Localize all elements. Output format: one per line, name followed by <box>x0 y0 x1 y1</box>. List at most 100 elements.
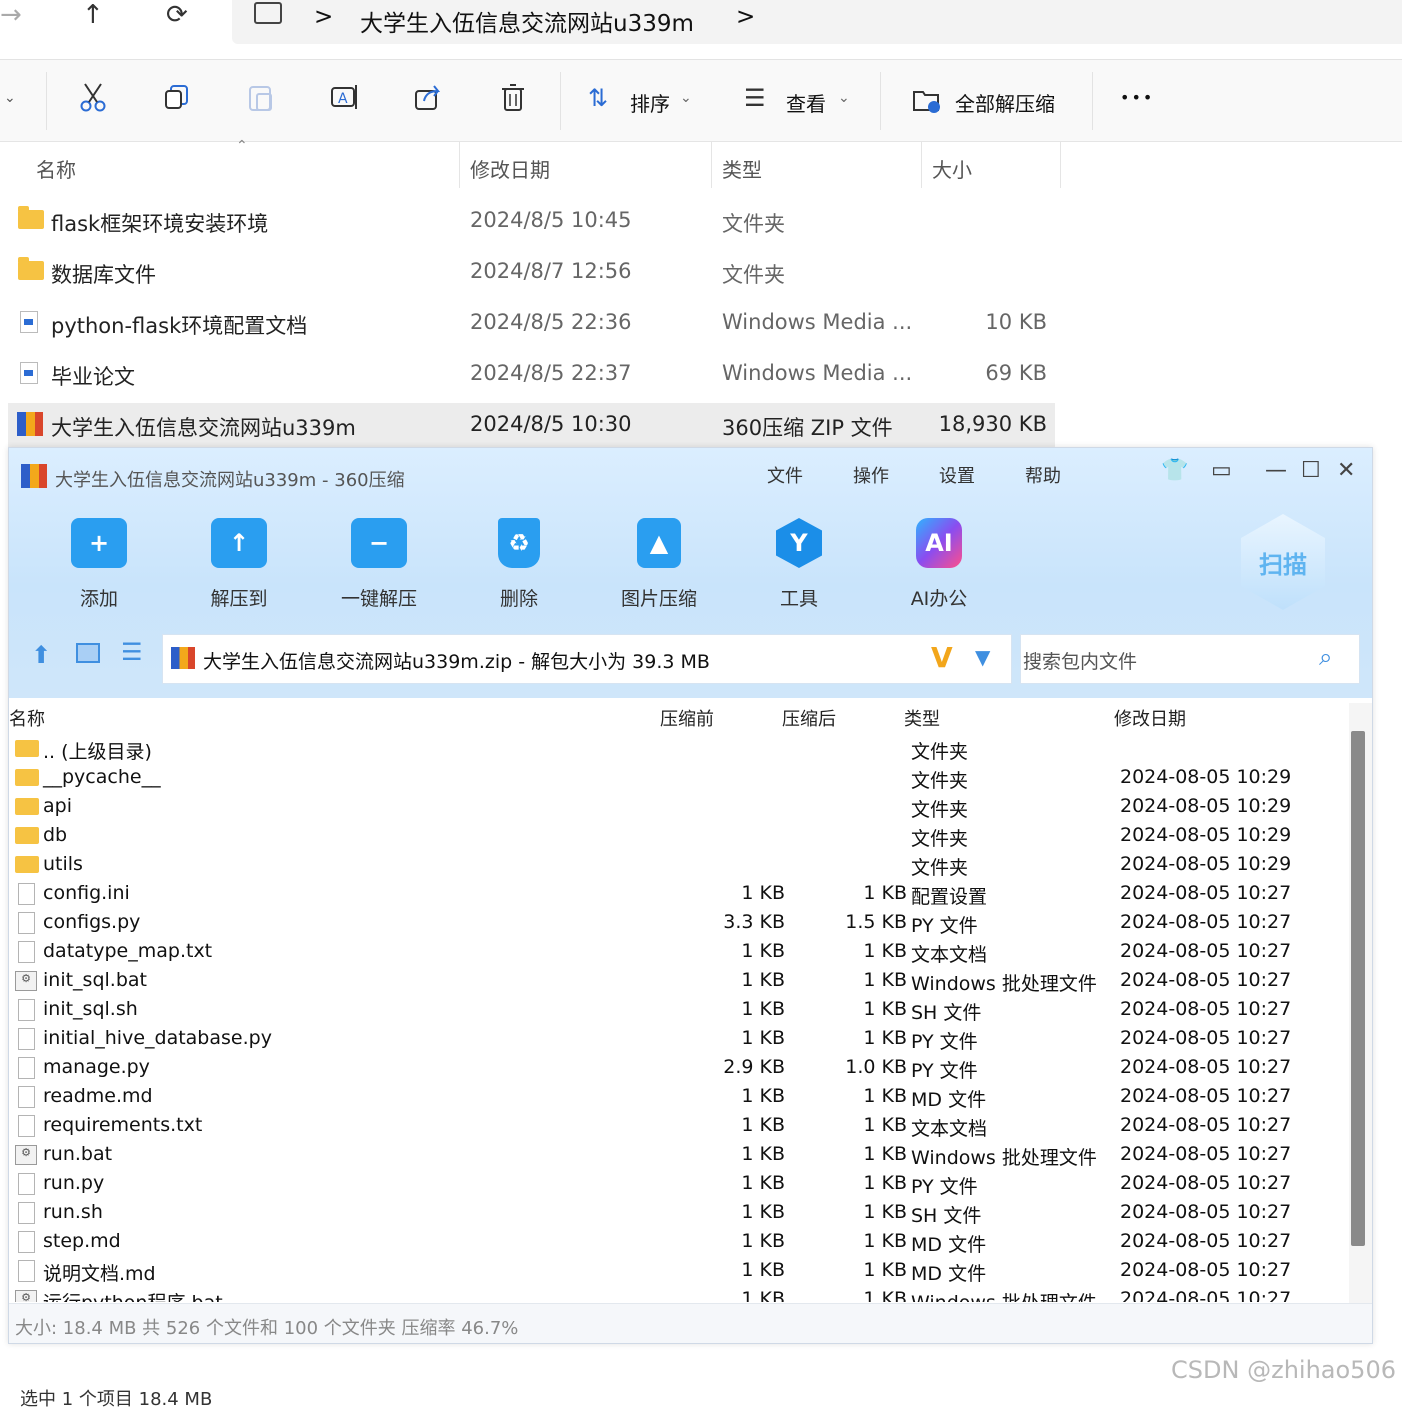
rename-icon[interactable]: A <box>328 80 362 114</box>
zip-archive-icon <box>17 412 43 436</box>
column-header-date[interactable]: 修改日期 <box>1114 705 1186 731</box>
tool-one-click-extract-button[interactable]: − 一键解压 <box>324 518 434 618</box>
archive-row[interactable]: ⚙ run.bat 1 KB 1 KB Windows 批处理文件 2024-08-05 … <box>9 1141 1349 1170</box>
menu-file[interactable]: 文件 <box>767 462 803 488</box>
up-arrow-icon[interactable]: ↑ <box>82 0 104 30</box>
scan-button[interactable]: 扫描 <box>1241 514 1325 610</box>
column-header-date[interactable]: 修改日期 <box>470 154 550 183</box>
search-input[interactable]: 搜索包内文件 <box>1023 647 1137 674</box>
more-options-button[interactable]: ••• <box>1120 88 1154 107</box>
tool-image-compress-button[interactable]: ▲ 图片压缩 <box>604 518 714 618</box>
search-icon[interactable]: ⌕ <box>1319 643 1332 671</box>
skin-shirt-icon[interactable]: 👕 <box>1161 458 1188 483</box>
column-divider[interactable] <box>711 142 712 188</box>
column-header-type[interactable]: 类型 <box>722 154 762 183</box>
view-lines-icon[interactable]: ☰ <box>744 84 766 112</box>
archive-row[interactable]: __pycache__ 文件夹 2024-08-05 10:29 <box>9 764 1349 793</box>
tool-delete-button[interactable]: ♻ 删除 <box>464 518 574 618</box>
maximize-icon[interactable]: ☐ <box>1301 458 1321 483</box>
tool-ai-office-button[interactable]: AI AI办公 <box>884 518 994 618</box>
archive-row-size-after: 1 KB <box>863 940 907 962</box>
archive-row[interactable]: config.ini 1 KB 1 KB 配置设置 2024-08-05 10:27 <box>9 880 1349 909</box>
archive-row[interactable]: readme.md 1 KB 1 KB MD 文件 2024-08-05 10:27 <box>9 1083 1349 1112</box>
sort-button[interactable]: 排序 <box>630 88 670 117</box>
minimize-icon[interactable]: — <box>1265 458 1287 483</box>
tool-add-button[interactable]: + 添加 <box>44 518 154 618</box>
tool-tools-button[interactable]: Y 工具 <box>744 518 854 618</box>
dropdown-arrow-icon[interactable]: ▼ <box>975 645 990 669</box>
thumbnail-view-icon[interactable] <box>76 643 100 663</box>
archive-row[interactable]: run.sh 1 KB 1 KB SH 文件 2024-08-05 10:27 <box>9 1199 1349 1228</box>
archive-row[interactable]: run.py 1 KB 1 KB PY 文件 2024-08-05 10:27 <box>9 1170 1349 1199</box>
archive-row-date: 2024-08-05 10:27 <box>1120 1114 1292 1136</box>
address-path-box[interactable]: > 大学生入伍信息交流网站u339m > <box>232 0 1402 44</box>
archive-row[interactable]: api 文件夹 2024-08-05 10:29 <box>9 793 1349 822</box>
breadcrumb-current-folder[interactable]: 大学生入伍信息交流网站u339m <box>360 4 694 38</box>
archive-row[interactable]: .. (上级目录) 文件夹 <box>9 735 1349 764</box>
list-view-icon[interactable]: ☰ <box>121 638 143 666</box>
view-button[interactable]: 查看 <box>786 88 826 117</box>
column-header-type[interactable]: 类型 <box>904 705 940 731</box>
chevron-down-icon[interactable]: ⌄ <box>838 90 850 106</box>
archive-row-type: 文件夹 <box>911 799 969 821</box>
chevron-down-icon[interactable]: ⌄ <box>680 90 692 106</box>
archive-row[interactable]: initial_hive_database.py 1 KB 1 KB PY 文件 202… <box>9 1025 1349 1054</box>
scrollbar-thumb[interactable] <box>1351 731 1365 1246</box>
menu-settings[interactable]: 设置 <box>939 462 975 488</box>
file-row[interactable]: 毕业论文 2024/8/5 22:37 Windows Media ... 69… <box>8 349 1055 399</box>
column-header-before[interactable]: 压缩前 <box>660 705 714 731</box>
share-icon[interactable] <box>412 80 446 114</box>
archive-row[interactable]: init_sql.sh 1 KB 1 KB SH 文件 2024-08-05 10:27 <box>9 996 1349 1025</box>
file-date: 2024/8/5 22:37 <box>470 361 632 385</box>
column-header-name[interactable]: 名称 <box>9 705 45 731</box>
archive-row[interactable]: manage.py 2.9 KB 1.0 KB PY 文件 2024-08-05 10:… <box>9 1054 1349 1083</box>
copy-icon[interactable] <box>160 80 194 114</box>
tool-label: 一键解压 <box>340 588 417 610</box>
file-row[interactable]: python-flask环境配置文档 2024/8/5 22:36 Window… <box>8 298 1055 348</box>
close-icon[interactable]: ✕ <box>1337 458 1355 483</box>
tool-extract-to-button[interactable]: ↑ 解压到 <box>184 518 294 618</box>
archive-row[interactable]: utils 文件夹 2024-08-05 10:29 <box>9 851 1349 880</box>
column-divider[interactable] <box>921 142 922 188</box>
archive-search-box[interactable]: 搜索包内文件 ⌕ <box>1020 634 1360 684</box>
breadcrumb-next-chevron[interactable]: > <box>736 4 755 30</box>
up-level-icon[interactable]: ⬆ <box>31 641 51 669</box>
archive-row[interactable]: ⚙ 运行python程序.bat 1 KB 1 KB Windows 批处理文件 2024… <box>9 1286 1349 1302</box>
archive-row-date: 2024-08-05 10:27 <box>1120 1143 1292 1165</box>
extract-archive-icon[interactable] <box>912 88 942 113</box>
archive-row-size-before: 1 KB <box>741 882 785 904</box>
sort-icon[interactable]: ⇅ <box>588 84 608 112</box>
breadcrumb-separator[interactable]: > <box>314 4 333 30</box>
archive-row[interactable]: 说明文档.md 1 KB 1 KB MD 文件 2024-08-05 10:27 <box>9 1257 1349 1286</box>
archive-row[interactable]: requirements.txt 1 KB 1 KB 文本文档 2024-08-05 1… <box>9 1112 1349 1141</box>
delete-icon[interactable] <box>496 80 530 114</box>
forward-arrow-icon[interactable]: → <box>0 0 22 30</box>
archive-row-size-before: 1 KB <box>741 1172 785 1194</box>
menu-help[interactable]: 帮助 <box>1025 462 1061 488</box>
archive-row-name: run.sh <box>43 1201 103 1223</box>
archive-row[interactable]: ⚙ init_sql.bat 1 KB 1 KB Windows 批处理文件 2024-0… <box>9 967 1349 996</box>
column-divider[interactable] <box>459 142 460 188</box>
file-row[interactable]: flask框架环境安装环境 2024/8/5 10:45 文件夹 <box>8 196 1055 246</box>
feedback-icon[interactable]: ▭ <box>1211 458 1232 483</box>
column-header-name[interactable]: 名称 <box>36 154 76 183</box>
archive-row-type: Windows 批处理文件 <box>911 973 1097 995</box>
refresh-icon[interactable]: ⟳ <box>166 0 188 30</box>
archive-row[interactable]: datatype_map.txt 1 KB 1 KB 文本文档 2024-08-05 1… <box>9 938 1349 967</box>
column-divider[interactable] <box>1060 142 1061 188</box>
extract-all-button[interactable]: 全部解压缩 <box>955 88 1055 117</box>
archive-row[interactable]: step.md 1 KB 1 KB MD 文件 2024-08-05 10:27 <box>9 1228 1349 1257</box>
v-logo-icon[interactable]: V <box>931 641 953 674</box>
file-row-selected[interactable]: 大学生入伍信息交流网站u339m 2024/8/5 10:30 360压缩 ZI… <box>8 403 1055 447</box>
paste-icon[interactable] <box>244 80 278 114</box>
archive-path-box[interactable]: 大学生入伍信息交流网站u339m.zip - 解包大小为 39.3 MB V ▼ <box>162 634 1012 684</box>
column-header-after[interactable]: 压缩后 <box>782 705 836 731</box>
column-header-size[interactable]: 大小 <box>932 154 972 183</box>
archive-row[interactable]: configs.py 3.3 KB 1.5 KB PY 文件 2024-08-05 10… <box>9 909 1349 938</box>
cut-icon[interactable] <box>76 80 110 114</box>
archive-row[interactable]: db 文件夹 2024-08-05 10:29 <box>9 822 1349 851</box>
chevron-down-icon[interactable]: ⌄ <box>4 90 16 106</box>
menu-operation[interactable]: 操作 <box>853 462 889 488</box>
file-row[interactable]: 数据库文件 2024/8/7 12:56 文件夹 <box>8 247 1055 297</box>
archive-row-size-after: 1 KB <box>863 1085 907 1107</box>
